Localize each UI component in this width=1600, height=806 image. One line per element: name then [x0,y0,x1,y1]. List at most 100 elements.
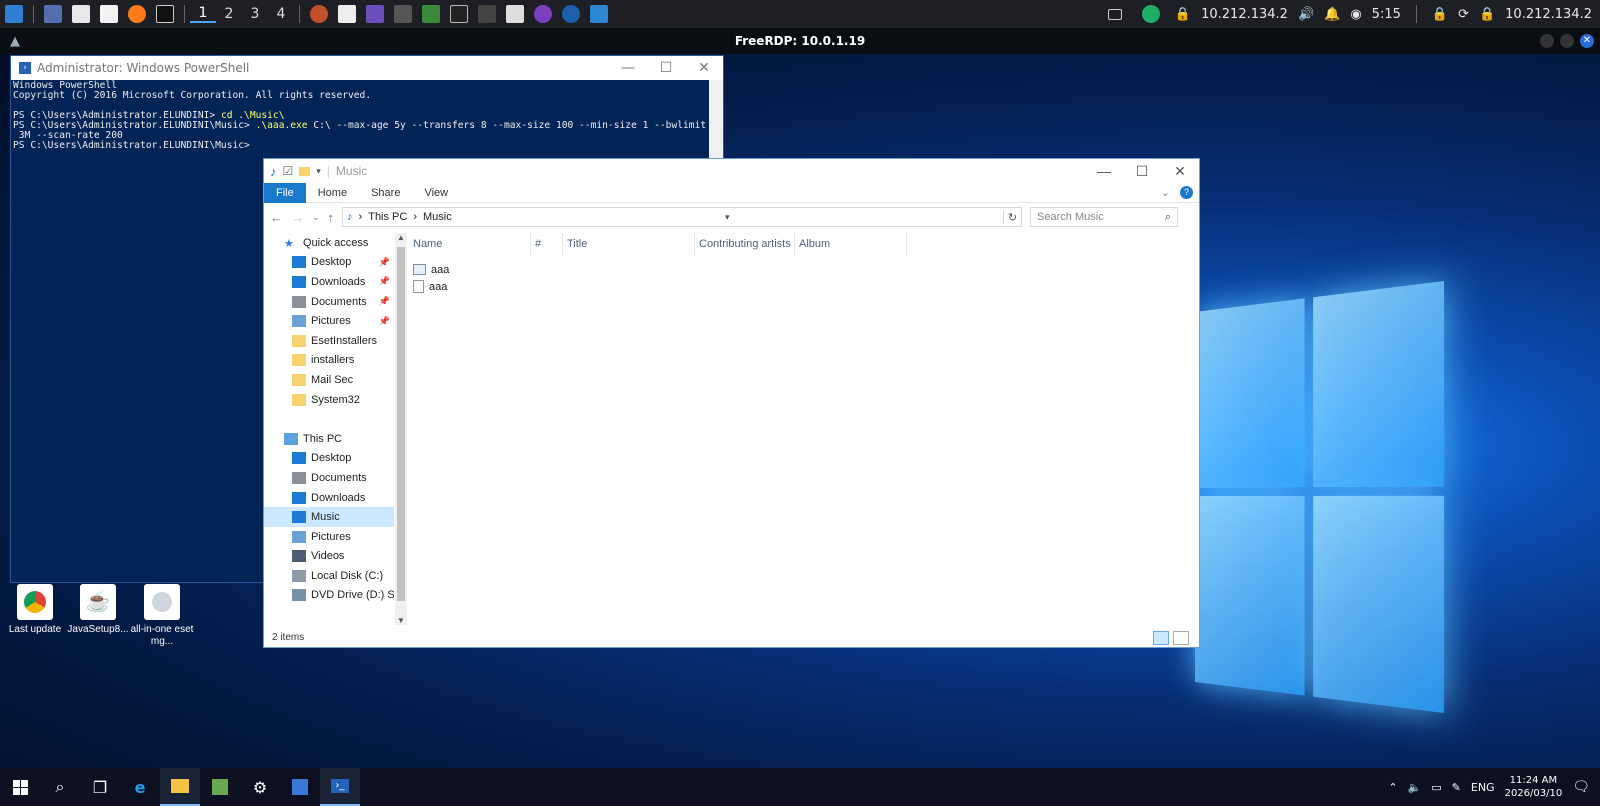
chevron-up-icon[interactable]: ⌃ [1388,781,1397,794]
column-album[interactable]: Album [795,233,907,255]
nav-item[interactable]: EsetInstallers [264,331,394,351]
quick-access-dropdown-icon[interactable]: ▾ [316,166,321,177]
file-manager-icon[interactable] [72,5,90,23]
desktop-shortcut-java-setup[interactable]: ☕ JavaSetup8... [66,584,130,636]
nav-item[interactable]: DVD Drive (D:) S [264,586,394,606]
file-explorer-window[interactable]: ♪ ☑ ▾ | Music — ☐ ✕ File Home Share View… [263,158,1200,648]
up-arrow-icon[interactable]: ↑ [328,210,335,225]
volume-icon[interactable]: 🔊 [1298,7,1314,22]
maximize-button[interactable]: ☐ [1123,163,1161,180]
column-contributing-artists[interactable]: Contributing artists [695,233,795,255]
nav-item[interactable]: Mail Sec [264,370,394,390]
screen-icon[interactable] [1108,9,1122,20]
workspace-3[interactable]: 3 [242,6,268,22]
internet-explorer-icon[interactable]: e [120,768,160,806]
forward-arrow-icon[interactable]: → [291,210,304,225]
network-icon[interactable]: ▭ [1431,781,1441,794]
tab-file[interactable]: File [264,183,306,203]
terminal-icon[interactable] [156,5,174,23]
notification-bell-icon[interactable]: 🔔 [1324,7,1340,22]
tab-home[interactable]: Home [306,183,359,203]
app-launcher-icon[interactable] [5,5,23,23]
lock-app-icon[interactable] [422,5,440,23]
tab-share[interactable]: Share [359,183,412,203]
task-view-icon[interactable]: ❐ [80,768,120,806]
nav-item[interactable]: Desktop 📌 [264,253,394,273]
keyboard-icon[interactable] [394,5,412,23]
powershell-taskbar-icon[interactable]: ›_ [320,768,360,806]
scrollbar-thumb[interactable] [397,247,405,601]
nav-item[interactable]: Music [264,507,394,527]
clock[interactable]: 11:24 AM 2026/03/10 [1505,774,1563,800]
server-manager-icon[interactable] [200,768,240,806]
expand-ribbon-icon[interactable]: ⌄ [1161,186,1170,199]
desktop-shortcut-eset[interactable]: all-in-one eset mg... [130,584,194,648]
nav-item[interactable]: Pictures [264,527,394,547]
scroll-up-icon[interactable]: ▲ [395,233,407,242]
network-manager-icon[interactable] [1142,5,1160,23]
file-row[interactable]: aaa [409,261,1199,278]
close-button[interactable]: ✕ [1580,34,1594,48]
navigation-scrollbar[interactable]: ▲ ▼ [395,233,407,625]
close-button[interactable]: ✕ [685,60,723,76]
pin-icon[interactable]: 📌 [379,316,390,327]
nav-item[interactable]: Desktop [264,449,394,469]
settings-gear-icon[interactable]: ⚙ [240,768,280,806]
column-name[interactable]: Name [409,233,531,255]
tab-view[interactable]: View [412,183,460,203]
powershell-console[interactable]: Windows PowerShell Copyright (C) 2016 Mi… [11,80,723,152]
wireshark-icon[interactable] [562,5,580,23]
chevron-right-icon[interactable]: › [359,211,363,223]
recent-locations-icon[interactable]: ⌄ [312,212,320,223]
workspace-2[interactable]: 2 [216,6,242,22]
maximize-button[interactable] [1560,34,1574,48]
document-window-icon[interactable] [338,5,356,23]
terminal-window-icon[interactable] [450,5,468,23]
workspace-1[interactable]: 1 [190,5,216,23]
nav-item[interactable]: Local Disk (C:) [264,566,394,586]
help-icon[interactable]: ? [1180,186,1193,199]
nav-item[interactable]: This PC [264,429,394,449]
column-number[interactable]: # [531,233,563,255]
refresh-icon[interactable]: ↻ [1003,211,1017,224]
workspace-4[interactable]: 4 [268,6,294,22]
remote-desktop-icon[interactable] [366,5,384,23]
document-viewer-icon[interactable] [100,5,118,23]
vpn-icon[interactable] [478,5,496,23]
address-dropdown-icon[interactable]: ▾ [725,212,730,223]
nav-item[interactable]: Pictures 📌 [264,311,394,331]
new-folder-icon[interactable] [299,167,310,176]
column-title[interactable]: Title [563,233,695,255]
nav-item[interactable]: Documents 📌 [264,292,394,312]
properties-icon[interactable]: ☑ [283,164,294,178]
nav-item[interactable]: Videos [264,547,394,567]
back-arrow-icon[interactable]: ← [270,210,283,225]
minimize-button[interactable] [1540,34,1554,48]
pen-icon[interactable]: ✎ [1452,781,1461,794]
nav-item[interactable]: installers [264,351,394,371]
large-icons-view-button[interactable] [1173,631,1189,645]
close-button[interactable]: ✕ [1161,163,1199,180]
action-center-icon[interactable]: 🗨 [1572,779,1590,795]
powershell-titlebar[interactable]: › Administrator: Windows PowerShell — ☐ … [11,56,723,80]
pin-icon[interactable]: 📌 [379,276,390,287]
minimize-button[interactable]: — [1085,163,1123,180]
details-view-button[interactable] [1153,631,1169,645]
lock-screen-icon[interactable]: 🔒 [1432,7,1448,22]
start-button[interactable] [0,768,40,806]
nav-item[interactable]: System32 [264,390,394,410]
firefox-window-icon[interactable] [310,5,328,23]
tor-browser-icon[interactable] [534,5,552,23]
refresh-icon[interactable]: ⟳ [1458,7,1469,22]
pin-icon[interactable]: 📌 [379,257,390,268]
firefox-icon[interactable] [128,5,146,23]
show-desktop-icon[interactable] [44,5,62,23]
eset-icon[interactable] [280,768,320,806]
nav-item[interactable]: ★ Quick access [264,233,394,253]
nav-item[interactable]: Downloads [264,488,394,508]
kali-icon[interactable] [590,5,608,23]
scroll-down-icon[interactable]: ▼ [395,616,407,625]
nav-item[interactable]: Downloads 📌 [264,272,394,292]
speaker-muted-icon[interactable]: 🔈 [1408,781,1422,794]
explorer-titlebar[interactable]: ♪ ☑ ▾ | Music — ☐ ✕ [264,159,1199,183]
